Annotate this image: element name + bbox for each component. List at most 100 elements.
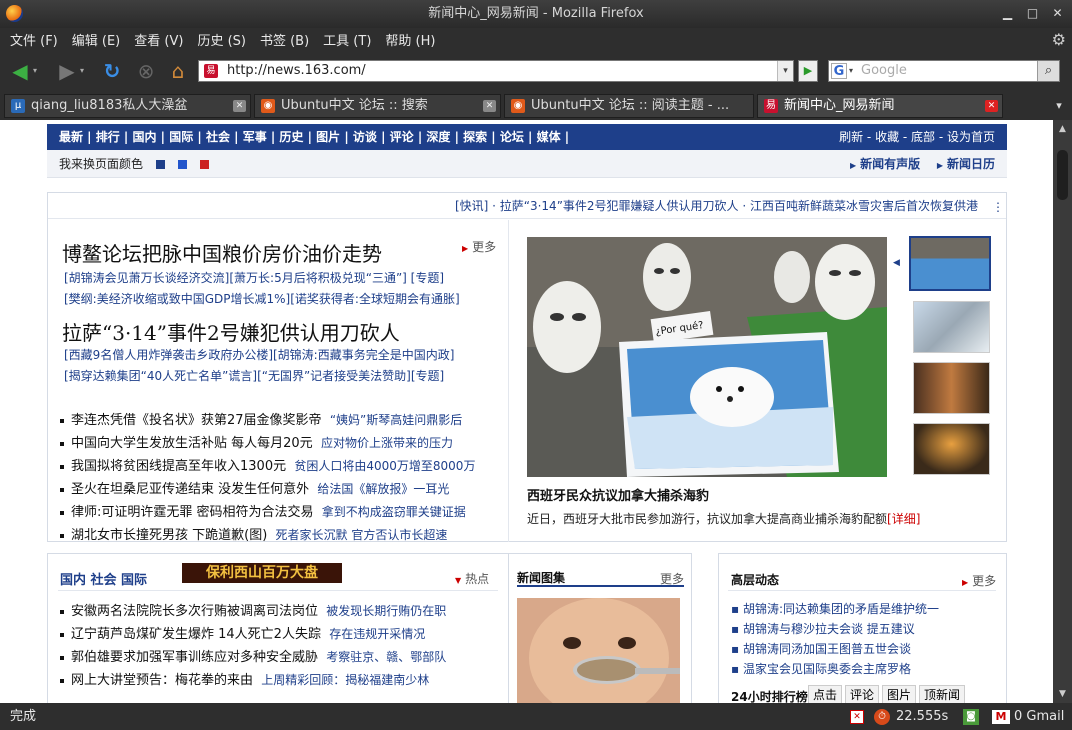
forward-dropdown-icon[interactable]: ▾ — [77, 60, 87, 82]
news-item[interactable]: 李连杰凭借《投名状》获第27届金像奖影帝 “姨妈”斯琴高娃问鼎影后 — [60, 409, 462, 428]
forward-arrow-icon[interactable]: ▶ — [55, 60, 79, 82]
thumbnail-4[interactable] — [913, 423, 990, 475]
engine-dropdown-icon[interactable]: ▾ — [849, 61, 853, 81]
tab-2[interactable]: ◉ Ubuntu中文 论坛 :: 搜索 ✕ — [254, 94, 501, 118]
tab-close-icon[interactable]: ✕ — [233, 100, 246, 112]
menu-help[interactable]: 帮助 (H) — [385, 30, 435, 49]
close-icon[interactable]: ✕ — [1049, 5, 1066, 22]
url-dropdown-icon[interactable]: ▾ — [777, 61, 793, 81]
news-item[interactable]: 中国向大学生发放生活补贴 每人每月20元 应对物价上涨带来的压力 — [60, 432, 453, 451]
tab-bar: µ qiang_liu8183私人大澡盆 ✕ ◉ Ubuntu中文 论坛 :: … — [0, 92, 1072, 120]
reload-icon[interactable]: ↻ — [100, 60, 124, 82]
menu-bookmarks[interactable]: 书签 (B) — [260, 30, 309, 49]
section-item[interactable]: 安徽两名法院院长多次行贿被调离司法岗位 被发现长期行贿仍在职 — [60, 600, 446, 619]
headline-1[interactable]: 博鳌论坛把脉中国粮价房价油价走势 — [62, 238, 382, 267]
tab-label: Ubuntu中文 论坛 :: 阅读主题 - ... — [531, 98, 730, 113]
news-item[interactable]: 湖北女市长撞死男孩 下跪道歉(图) 死者家长沉默 官方否认市长超速 — [60, 524, 447, 543]
senior-title[interactable]: 高层动态 — [731, 571, 779, 588]
timer-icon[interactable]: ⏱ — [874, 709, 890, 725]
headline-1-link-1[interactable]: [胡锦涛会见萧万长谈经济交流][萧万长:5月后将积极兑现“三通”] [专题] — [64, 269, 444, 286]
blocker-icon[interactable]: ✕ — [850, 710, 864, 724]
url-bar[interactable]: 易 http://news.163.com/ ▾ — [198, 60, 794, 82]
tab-label: qiang_liu8183私人大澡盆 — [31, 98, 188, 113]
scroll-down-icon[interactable]: ▼ — [1057, 689, 1068, 699]
news-item[interactable]: 圣火在坦桑尼亚传递结束 没发生任何意外 给法国《解放报》一耳光 — [60, 478, 449, 497]
tab-1[interactable]: µ qiang_liu8183私人大澡盆 ✕ — [4, 94, 251, 118]
senior-item[interactable]: ▪ 胡锦涛:同达赖集团的矛盾是维护统一 — [731, 600, 939, 617]
google-engine-icon[interactable]: G — [831, 63, 847, 79]
headline-photo[interactable]: ¿Por qué? — [527, 237, 887, 477]
rank-tab-clicks[interactable]: 点击 — [808, 685, 843, 703]
section-item[interactable]: 网上大讲堂预告：梅花拳的来由 上周精彩回顾：揭秘福建南少林 — [60, 669, 429, 688]
top-nav-right-links[interactable]: 刷新 - 收藏 - 底部 - 设为首页 — [839, 124, 995, 150]
thumbnail-1[interactable] — [909, 236, 991, 291]
menu-view[interactable]: 查看 (V) — [134, 30, 183, 49]
news-item[interactable]: 律师:可证明许霆无罪 密码相符为合法交易 拿到不构成盗窃罪关键证据 — [60, 501, 466, 520]
thumbnail-2[interactable] — [913, 301, 990, 353]
photo-caption[interactable]: 西班牙民众抗议加拿大捕杀海豹 — [527, 485, 709, 504]
tab-list-dropdown-icon[interactable]: ▾ — [1050, 96, 1068, 116]
section-item[interactable]: 郭伯雄要求加强军事训练应对多种安全威胁 考察驻京、赣、鄂部队 — [60, 646, 446, 665]
headline-2-link-2[interactable]: [揭穿达赖集团“40人死亡名单”谎言][“无国界”记者接受美法赞助][专题] — [64, 367, 444, 384]
section-item[interactable]: 辽宁葫芦岛煤矿发生爆炸 14人死亡2人失踪 存在违规开采情况 — [60, 623, 425, 642]
back-dropdown-icon[interactable]: ▾ — [30, 60, 40, 82]
ad-banner[interactable]: 保利西山百万大盘 — [182, 563, 342, 583]
rank-tab-photos[interactable]: 图片 — [882, 685, 917, 703]
go-button[interactable]: ▶ — [798, 60, 818, 82]
netease-favicon: 易 — [764, 99, 778, 113]
news-calendar-link[interactable]: 新闻日历 — [947, 157, 995, 171]
search-placeholder: Google — [861, 63, 907, 78]
tab-close-icon[interactable]: ✕ — [483, 100, 496, 112]
photo-detail-link[interactable]: [详细] — [887, 512, 920, 526]
menu-tools[interactable]: 工具 (T) — [323, 30, 371, 49]
tab-3[interactable]: ◉ Ubuntu中文 论坛 :: 阅读主题 - ... — [504, 94, 754, 118]
thumbnail-3[interactable] — [913, 362, 990, 414]
menu-file[interactable]: 文件 (F) — [10, 30, 58, 49]
ticker-more-icon[interactable]: ⋮ — [992, 200, 1004, 214]
home-icon[interactable]: ⌂ — [166, 60, 190, 82]
color-swatch-blue[interactable] — [177, 160, 187, 169]
netease-favicon: 易 — [204, 64, 218, 78]
scroll-up-icon[interactable]: ▲ — [1057, 124, 1068, 134]
tab-active[interactable]: 易 新闻中心_网易新闻 ✕ — [757, 94, 1003, 118]
audio-news-link[interactable]: 新闻有声版 — [860, 157, 920, 171]
color-swatch-red[interactable] — [199, 160, 209, 169]
senior-more-link[interactable]: ▶ 更多 — [962, 572, 996, 589]
load-timer: 22.555s — [896, 709, 949, 724]
addon-icon[interactable]: ◙ — [963, 709, 979, 725]
mu-favicon: µ — [11, 99, 25, 113]
more-link[interactable]: ▶ 更多 — [462, 236, 496, 255]
senior-item[interactable]: ▪ 胡锦涛与穆沙拉夫会谈 提五建议 — [731, 620, 915, 637]
hot-link[interactable]: ▼ 热点 — [455, 570, 489, 587]
headline-2[interactable]: 拉萨“3·14”事件2号嫌犯供认用刀砍人 — [62, 317, 400, 346]
color-swatch-navy[interactable] — [155, 160, 165, 169]
section-title[interactable]: 国内 社会 国际 — [60, 569, 147, 588]
headline-2-link-1[interactable]: [西藏9名僧人用炸弹袭击乡政府办公楼][胡锦涛:西藏事务完全是中国内政] — [64, 346, 454, 363]
gallery-photo[interactable] — [517, 598, 680, 703]
maximize-icon[interactable]: □ — [1024, 5, 1041, 22]
search-magnifier-icon[interactable]: ⌕ — [1037, 61, 1059, 81]
status-text: 完成 — [10, 709, 37, 724]
gallery-title[interactable]: 新闻图集 — [517, 569, 565, 586]
back-arrow-icon[interactable]: ◀ — [8, 60, 32, 82]
senior-item[interactable]: ▪ 胡锦涛同汤加国王图普五世会谈 — [731, 640, 911, 657]
stop-icon[interactable]: ⊗ — [134, 60, 158, 82]
scrollbar-thumb[interactable] — [1057, 150, 1068, 200]
senior-item[interactable]: ▪ 温家宝会见国际奥委会主席罗格 — [731, 660, 911, 677]
rank-tab-top[interactable]: 顶新闻 — [919, 685, 966, 703]
gmail-icon[interactable]: M — [992, 710, 1010, 724]
vertical-scrollbar[interactable]: ▲ ▼ — [1053, 120, 1072, 703]
tab-close-icon[interactable]: ✕ — [985, 100, 998, 112]
gmail-count[interactable]: 0 Gmail — [1014, 703, 1064, 730]
headline-1-link-2[interactable]: [樊纲:美经济收缩或致中国GDP增长减1%][诺奖获得者:全球短期会有通胀] — [64, 290, 460, 307]
news-item[interactable]: 我国拟将贫困线提高至年收入1300元 贫困人口将由4000万增至8000万 — [60, 455, 475, 474]
menu-edit[interactable]: 编辑 (E) — [72, 30, 121, 49]
rank-tab-comments[interactable]: 评论 — [845, 685, 880, 703]
menu-history[interactable]: 历史 (S) — [197, 30, 246, 49]
window-title: 新闻中心_网易新闻 - Mozilla Firefox — [428, 6, 644, 21]
search-bar[interactable]: G ▾ Google ⌕ — [828, 60, 1060, 82]
top-nav-links[interactable]: 最新 | 排行 | 国内 | 国际 | 社会 | 军事 | 历史 | 图片 | … — [59, 130, 569, 144]
minimize-icon[interactable]: ▁ — [999, 5, 1016, 22]
ticker-text[interactable]: [快讯] · 拉萨“3·14”事件2号犯罪嫌疑人供认用刀砍人 · 江西百吨新鲜蔬… — [455, 199, 978, 213]
column-divider — [508, 220, 509, 542]
